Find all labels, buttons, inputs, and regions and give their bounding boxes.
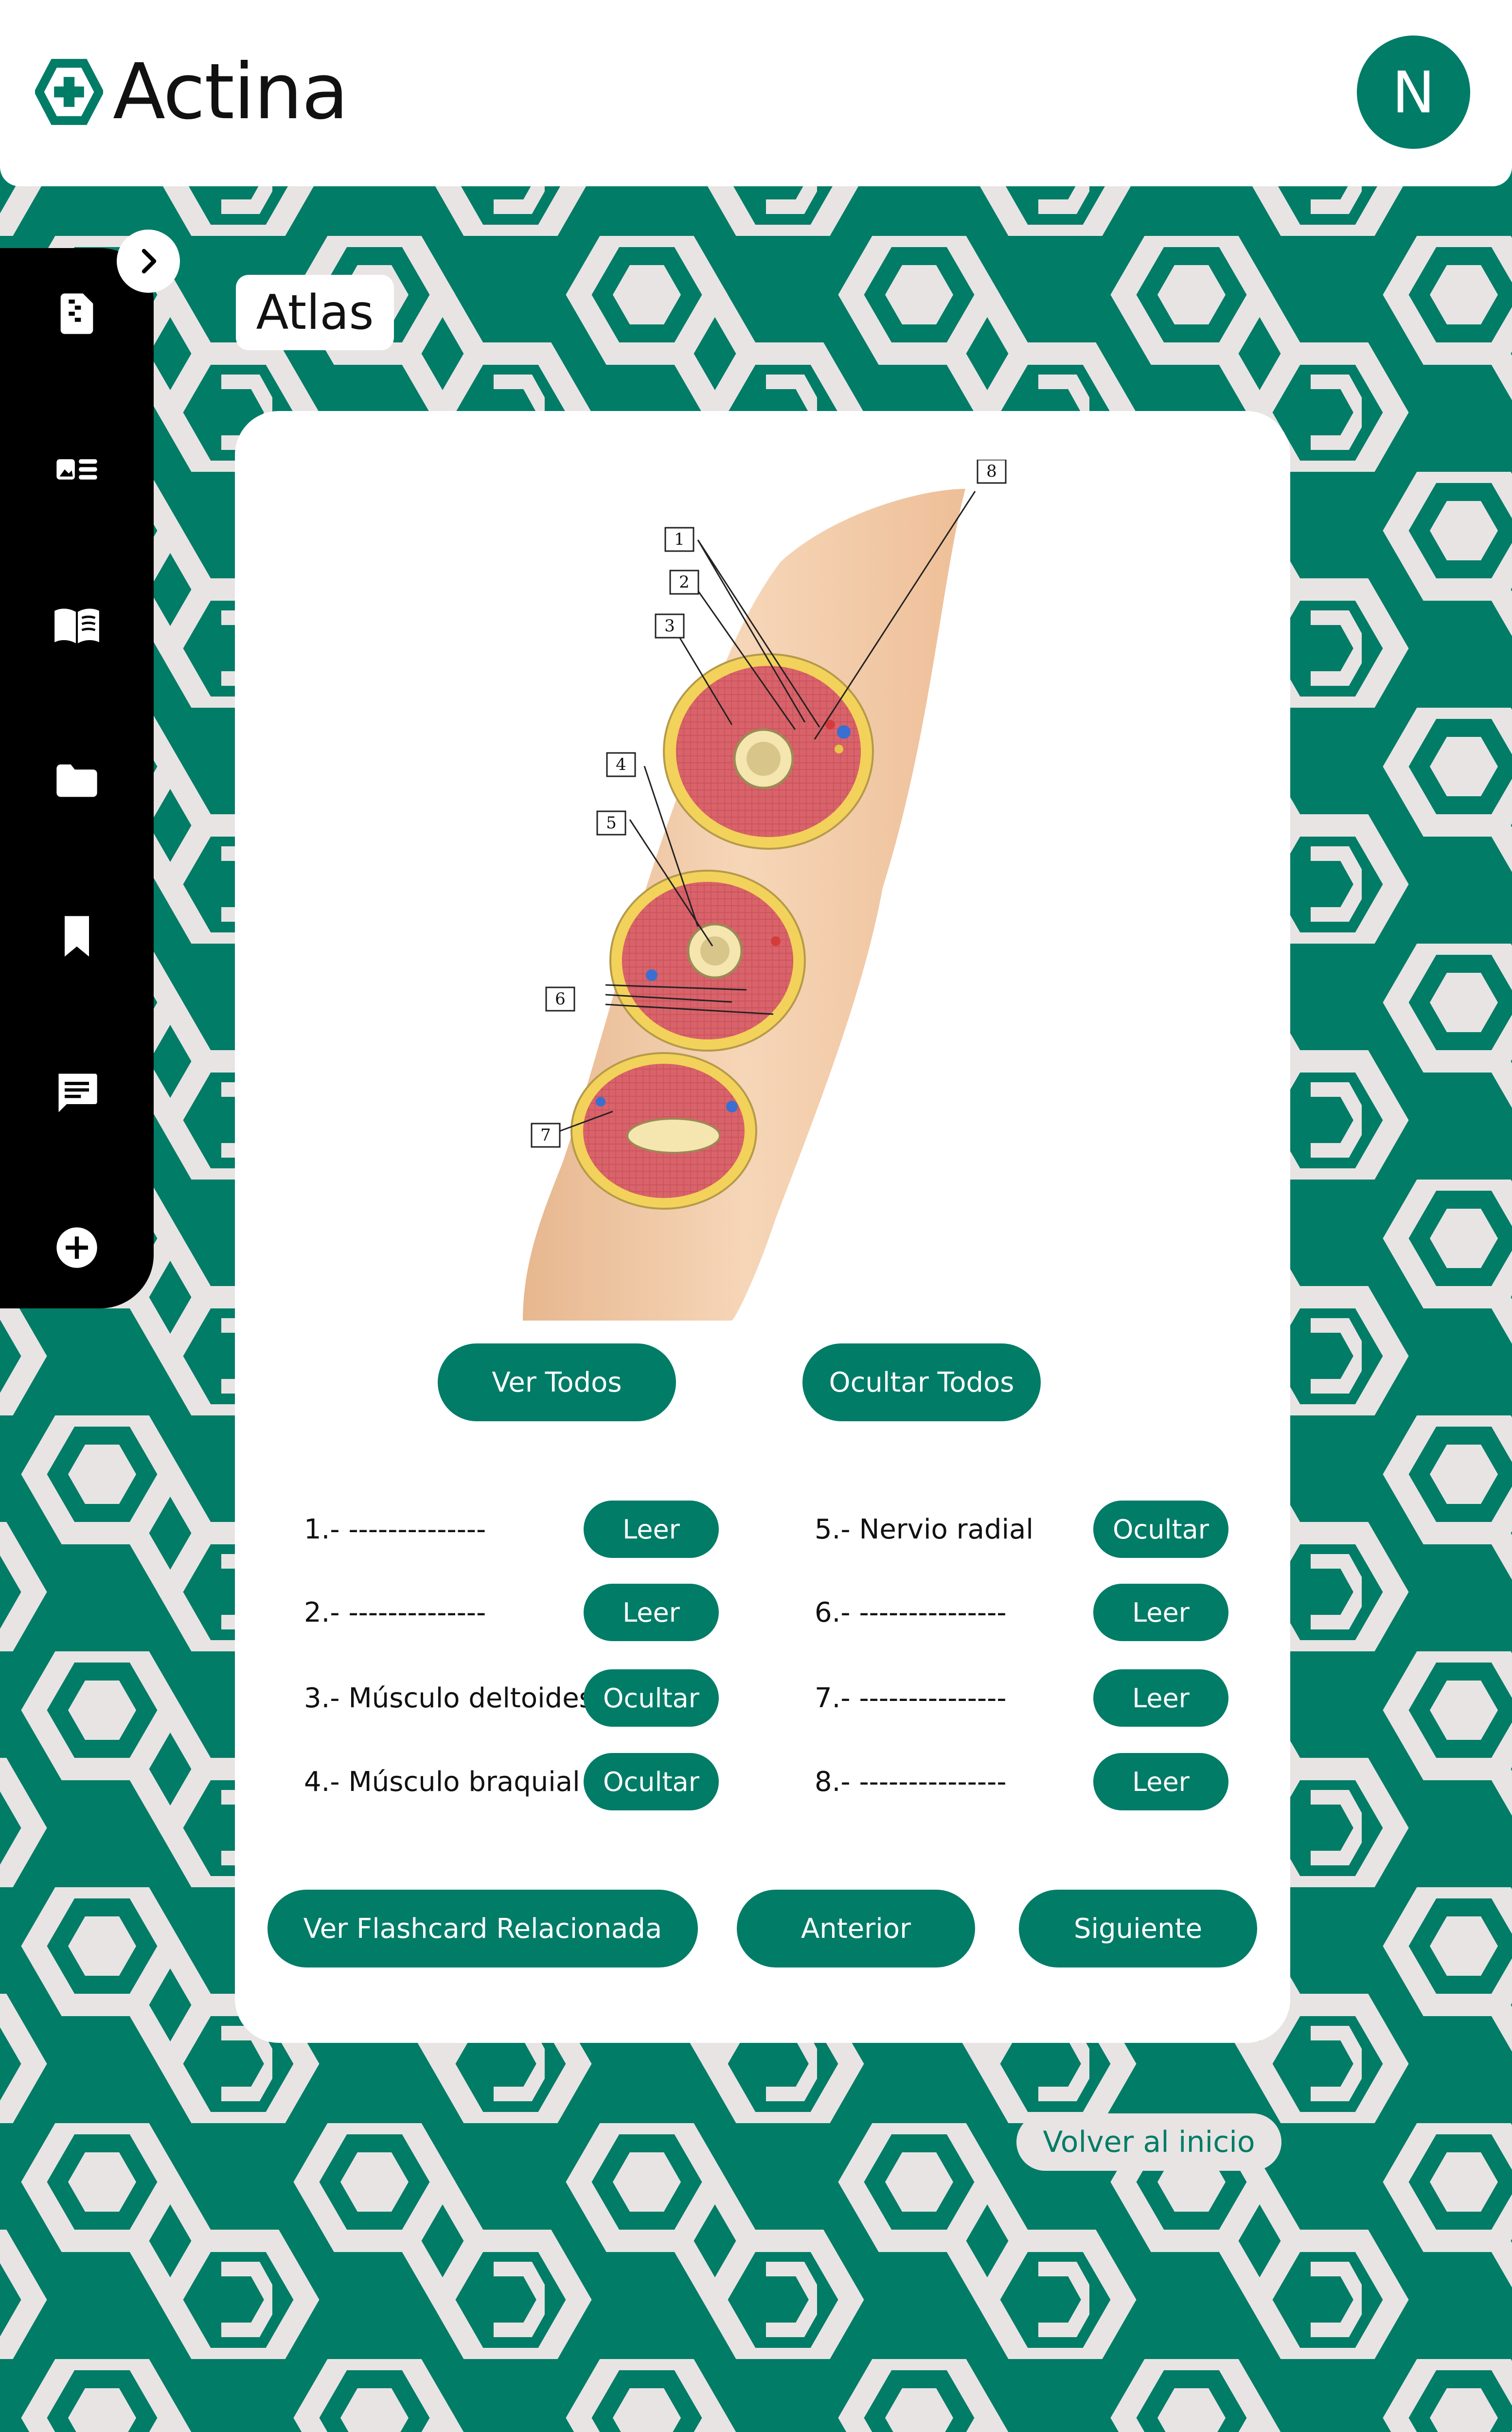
chevron-right-icon bbox=[142, 249, 157, 274]
svg-text:8: 8 bbox=[986, 462, 997, 481]
folder-icon bbox=[56, 764, 97, 797]
sidebar-item-add[interactable] bbox=[48, 1218, 106, 1277]
callout-6: 6 bbox=[545, 986, 575, 1012]
label-4-action-button[interactable]: Ocultar bbox=[584, 1753, 719, 1810]
callout-7: 7 bbox=[531, 1123, 561, 1148]
svg-text:2: 2 bbox=[679, 572, 690, 592]
svg-text:1: 1 bbox=[674, 530, 685, 549]
callout-1: 1 bbox=[664, 527, 694, 552]
callout-8: 8 bbox=[977, 460, 1007, 484]
next-button[interactable]: Siguiente bbox=[1019, 1890, 1257, 1967]
svg-text:6: 6 bbox=[555, 989, 566, 1009]
callout-3: 3 bbox=[655, 613, 685, 639]
page-title: Atlas bbox=[236, 275, 394, 350]
sidebar bbox=[0, 248, 154, 1308]
svg-text:3: 3 bbox=[664, 616, 675, 636]
app-logo[interactable]: Actina bbox=[35, 47, 349, 137]
show-all-button[interactable]: Ver Todos bbox=[438, 1343, 676, 1421]
bookmark-icon bbox=[65, 916, 89, 957]
label-5-action-button[interactable]: Ocultar bbox=[1093, 1501, 1228, 1558]
cross-section-middle bbox=[609, 870, 806, 1052]
back-home-link[interactable]: Volver al inicio bbox=[1016, 2113, 1281, 2171]
label-item-3: 3.- Músculo deltoides bbox=[304, 1682, 593, 1714]
hide-all-button[interactable]: Ocultar Todos bbox=[802, 1343, 1041, 1421]
label-6-action-button[interactable]: Leer bbox=[1093, 1584, 1228, 1641]
callout-5: 5 bbox=[596, 810, 626, 836]
book-icon bbox=[54, 608, 99, 644]
callout-2: 2 bbox=[669, 570, 699, 595]
callout-4: 4 bbox=[606, 752, 636, 777]
label-8-action-button[interactable]: Leer bbox=[1093, 1753, 1228, 1810]
label-item-8: 8.- --------------- bbox=[815, 1766, 1007, 1798]
add-circle-icon bbox=[56, 1227, 97, 1268]
sidebar-item-bookmarks[interactable] bbox=[48, 907, 106, 966]
label-item-4: 4.- Músculo braquial bbox=[304, 1766, 580, 1798]
chat-icon bbox=[58, 1073, 97, 1112]
svg-text:4: 4 bbox=[616, 755, 626, 774]
app-name: Actina bbox=[113, 47, 349, 137]
svg-text:5: 5 bbox=[606, 813, 617, 833]
sidebar-item-documents[interactable] bbox=[48, 285, 106, 343]
image-list-icon bbox=[56, 459, 97, 480]
label-item-2: 2.- -------------- bbox=[304, 1596, 486, 1628]
top-header: Actina N bbox=[0, 0, 1512, 186]
label-item-6: 6.- --------------- bbox=[815, 1596, 1007, 1628]
document-icon bbox=[60, 293, 93, 334]
previous-button[interactable]: Anterior bbox=[737, 1890, 975, 1967]
anatomy-figure: 1 2 3 4 5 6 7 8 bbox=[523, 460, 1007, 1321]
sidebar-item-comments[interactable] bbox=[48, 1063, 106, 1121]
cross-section-upper bbox=[663, 653, 874, 850]
label-3-action-button[interactable]: Ocultar bbox=[584, 1669, 719, 1727]
label-1-action-button[interactable]: Leer bbox=[584, 1501, 719, 1558]
related-flashcard-button[interactable]: Ver Flashcard Relacionada bbox=[267, 1890, 698, 1967]
user-avatar[interactable]: N bbox=[1357, 36, 1470, 149]
sidebar-item-atlas[interactable] bbox=[48, 596, 106, 654]
svg-text:7: 7 bbox=[540, 1126, 551, 1145]
sidebar-item-flashcards[interactable] bbox=[48, 440, 106, 499]
label-item-1: 1.- -------------- bbox=[304, 1513, 486, 1545]
cross-section-lower bbox=[570, 1052, 757, 1210]
label-7-action-button[interactable]: Leer bbox=[1093, 1669, 1228, 1727]
sidebar-item-folders[interactable] bbox=[48, 751, 106, 810]
logo-hexagon-cross-icon bbox=[35, 59, 103, 125]
label-2-action-button[interactable]: Leer bbox=[584, 1584, 719, 1641]
sidebar-toggle-button[interactable] bbox=[117, 230, 180, 293]
label-item-7: 7.- --------------- bbox=[815, 1682, 1007, 1714]
label-item-5: 5.- Nervio radial bbox=[815, 1513, 1033, 1545]
